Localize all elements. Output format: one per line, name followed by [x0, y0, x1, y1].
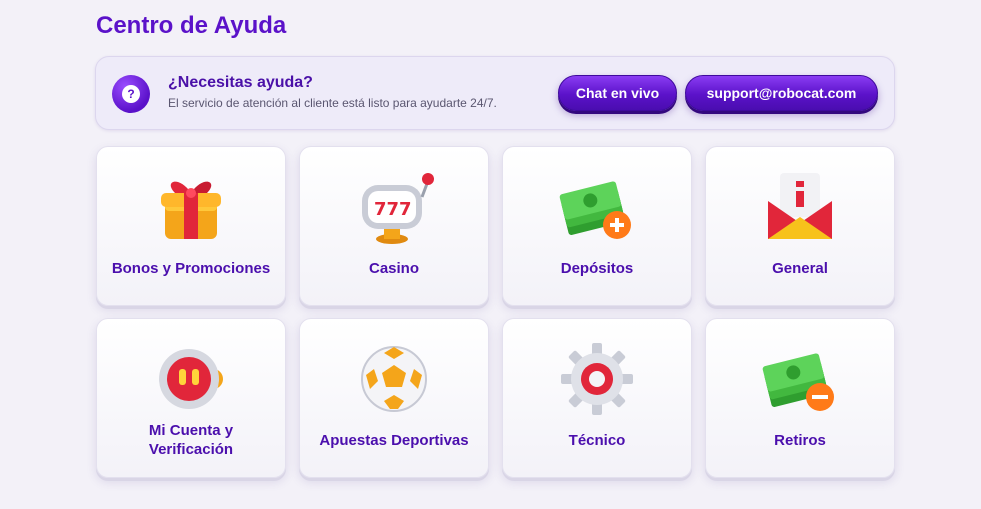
category-label: Apuestas Deportivas — [319, 431, 469, 449]
svg-text:777: 777 — [374, 199, 412, 220]
category-apuestas-deportivas[interactable]: Apuestas Deportivas — [299, 318, 489, 478]
category-retiros[interactable]: Retiros — [705, 318, 895, 478]
soccer-ball-icon — [354, 339, 434, 419]
help-banner: ? ¿Necesitas ayuda? El servicio de atenc… — [95, 56, 895, 130]
category-label: Técnico — [568, 431, 626, 449]
robot-account-icon — [151, 339, 231, 419]
category-mi-cuenta[interactable]: Mi Cuenta y Verificación — [96, 318, 286, 478]
help-title: ¿Necesitas ayuda? — [168, 74, 313, 91]
help-subtitle: El servicio de atención al cliente está … — [168, 96, 497, 110]
category-tecnico[interactable]: Técnico — [502, 318, 692, 478]
category-bonos[interactable]: Bonos y Promociones — [96, 146, 286, 306]
category-casino[interactable]: 777 Casino — [299, 146, 489, 306]
gear-icon — [557, 339, 637, 419]
money-minus-icon — [760, 339, 840, 419]
category-general[interactable]: General — [705, 146, 895, 306]
category-label: Retiros — [774, 431, 826, 449]
slot-machine-icon: 777 — [354, 167, 434, 247]
live-chat-button[interactable]: Chat en vivo — [558, 75, 677, 111]
category-label: Depósitos — [560, 259, 634, 277]
page-title: Centro de Ayuda — [96, 12, 287, 39]
money-plus-icon — [557, 167, 637, 247]
category-label: Casino — [368, 259, 419, 277]
gift-icon — [151, 167, 231, 247]
category-depositos[interactable]: Depósitos — [502, 146, 692, 306]
support-email-button[interactable]: support@robocat.com — [685, 75, 878, 111]
category-label: Mi Cuenta y Verificación — [148, 422, 234, 458]
category-label: Bonos y Promociones — [111, 259, 271, 277]
category-label: General — [772, 259, 828, 277]
question-icon: ? — [112, 75, 150, 113]
info-envelope-icon — [760, 167, 840, 247]
